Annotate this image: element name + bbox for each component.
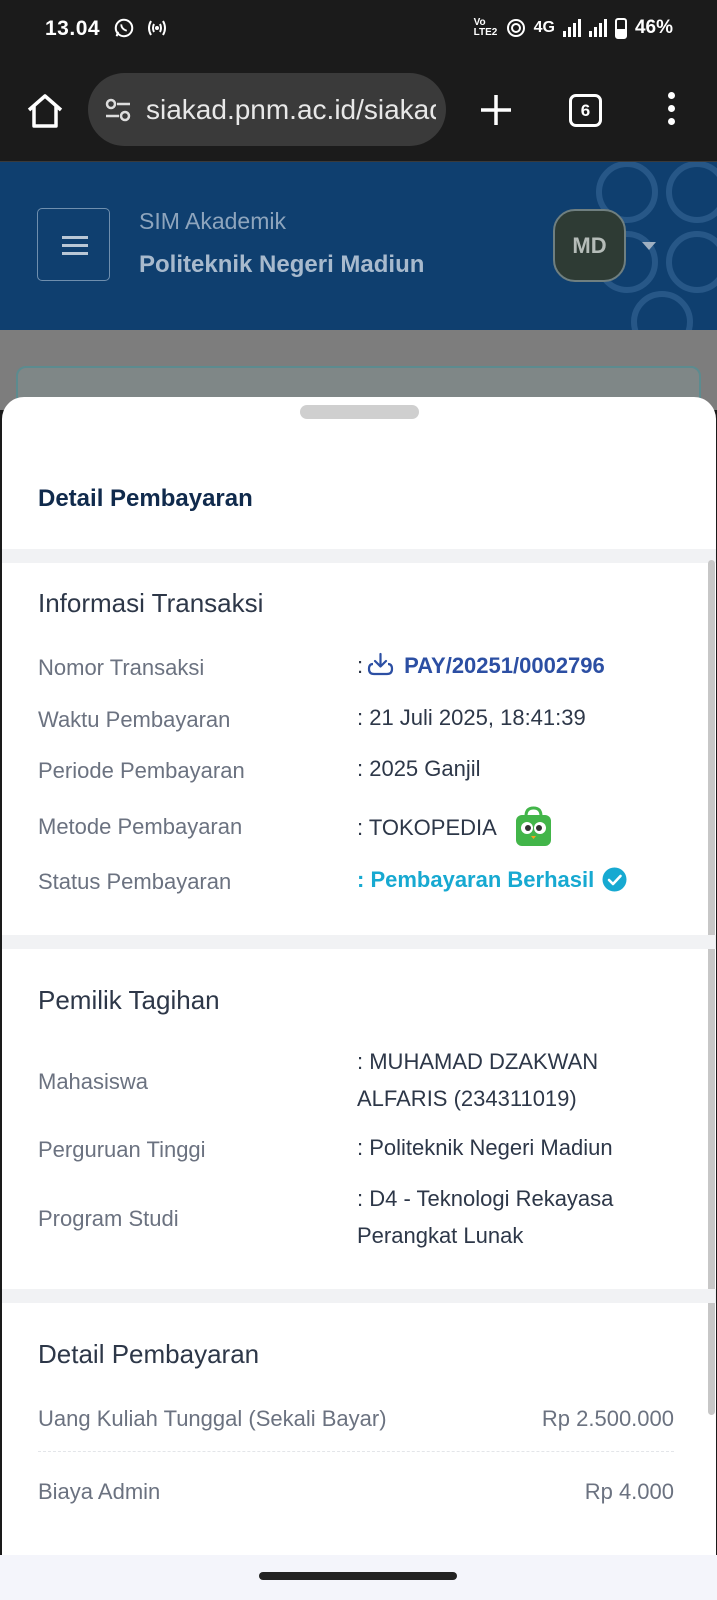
fee-row: Uang Kuliah Tunggal (Sekali Bayar) Rp 2.… [38, 1406, 674, 1446]
dashed-divider [38, 1451, 674, 1452]
whatsapp-icon [114, 18, 134, 38]
menu-icon[interactable] [37, 208, 110, 281]
app-subtitle: SIM Akademik [139, 208, 286, 234]
label-transaction-number: Nomor Transaksi [38, 655, 205, 680]
download-icon[interactable] [367, 651, 394, 678]
divider [2, 549, 716, 563]
value-transaction-number[interactable]: : PAY/20251/0002796 [357, 647, 605, 684]
check-circle-icon [602, 867, 627, 892]
app-header: SIM Akademik Politeknik Negeri Madiun MD [0, 162, 717, 330]
battery-icon [614, 17, 627, 39]
value-payment-time: : 21 Juli 2025, 18:41:39 [357, 705, 586, 730]
label-payment-method: Metode Pembayaran [38, 814, 243, 839]
payment-detail-sheet: Detail Pembayaran Informasi Transaksi No… [2, 397, 716, 1555]
label-university: Perguruan Tinggi [38, 1137, 206, 1162]
value-payment-period: : 2025 Ganjil [357, 756, 481, 781]
gesture-nav-bar [0, 1555, 717, 1600]
divider [2, 1289, 716, 1303]
tokopedia-icon [515, 806, 551, 846]
browser-toolbar: siakad.pnm.ac.id/siakad 6 [0, 62, 717, 162]
address-bar[interactable]: siakad.pnm.ac.id/siakad [88, 73, 446, 146]
tune-icon[interactable] [104, 97, 132, 123]
section-title-owner: Pemilik Tagihan [38, 985, 220, 1015]
value-university: : Politeknik Negeri Madiun [357, 1135, 613, 1160]
student-name-line2: ALFARIS (234311019) [357, 1086, 577, 1111]
value-payment-status: : Pembayaran Berhasil [357, 861, 627, 898]
home-gesture-pill[interactable] [259, 1572, 457, 1580]
more-icon[interactable] [665, 92, 677, 128]
app-title: Politeknik Negeri Madiun [139, 251, 425, 278]
value-payment-method: : TOKOPEDIA [357, 806, 552, 847]
section-title-transaction: Informasi Transaksi [38, 588, 264, 618]
label-study-program: Program Studi [38, 1206, 179, 1231]
fee-row: Biaya Admin Rp 4.000 [38, 1479, 674, 1519]
caret-down-icon[interactable] [642, 242, 656, 250]
home-icon[interactable] [22, 88, 68, 134]
label-payment-period: Periode Pembayaran [38, 758, 245, 783]
transaction-number-link[interactable]: PAY/20251/0002796 [404, 653, 605, 678]
signal-icon [562, 19, 581, 37]
hotspot-icon [148, 20, 166, 36]
status-bar: 13.04 Vo LTE2 4G 46% [0, 0, 717, 62]
study-program-line1: : D4 - Teknologi Rekayasa [357, 1186, 614, 1211]
label-payment-time: Waktu Pembayaran [38, 707, 231, 732]
sheet-title: Detail Pembayaran [38, 485, 253, 512]
status-time: 13.04 [45, 17, 101, 40]
label-payment-status: Status Pembayaran [38, 869, 232, 894]
url-text[interactable]: siakad.pnm.ac.id/siakad [146, 94, 436, 126]
network-label: 4G [533, 19, 555, 36]
fee-amount: Rp 4.000 [584, 1479, 674, 1504]
colon: : [357, 653, 364, 678]
section-title-payment: Detail Pembayaran [38, 1339, 260, 1369]
sheet-handle[interactable] [300, 405, 419, 419]
fee-amount: Rp 2.500.000 [541, 1406, 674, 1431]
avatar[interactable]: MD [553, 209, 626, 282]
study-program-line2: Perangkat Lunak [357, 1223, 524, 1248]
payment-status-text: : Pembayaran Berhasil [357, 867, 595, 892]
value-student: : MUHAMAD DZAKWAN ALFARIS (234311019) [357, 1043, 598, 1117]
tab-switcher-button[interactable]: 6 [569, 94, 602, 127]
fee-label: Biaya Admin [38, 1479, 161, 1504]
fee-label: Uang Kuliah Tunggal (Sekali Bayar) [38, 1406, 387, 1431]
scrollbar[interactable] [708, 560, 715, 1415]
payment-method-text: : TOKOPEDIA [357, 815, 497, 840]
divider [2, 935, 716, 949]
volte-label: Vo LTE2 [473, 17, 498, 38]
student-name-line1: : MUHAMAD DZAKWAN [357, 1049, 599, 1074]
wifi-icon [506, 19, 525, 37]
value-study-program: : D4 - Teknologi Rekayasa Perangkat Luna… [357, 1180, 613, 1254]
label-student: Mahasiswa [38, 1069, 149, 1094]
plus-icon[interactable] [476, 90, 516, 130]
signal-icon [588, 19, 607, 37]
battery-percent: 46% [634, 17, 673, 38]
